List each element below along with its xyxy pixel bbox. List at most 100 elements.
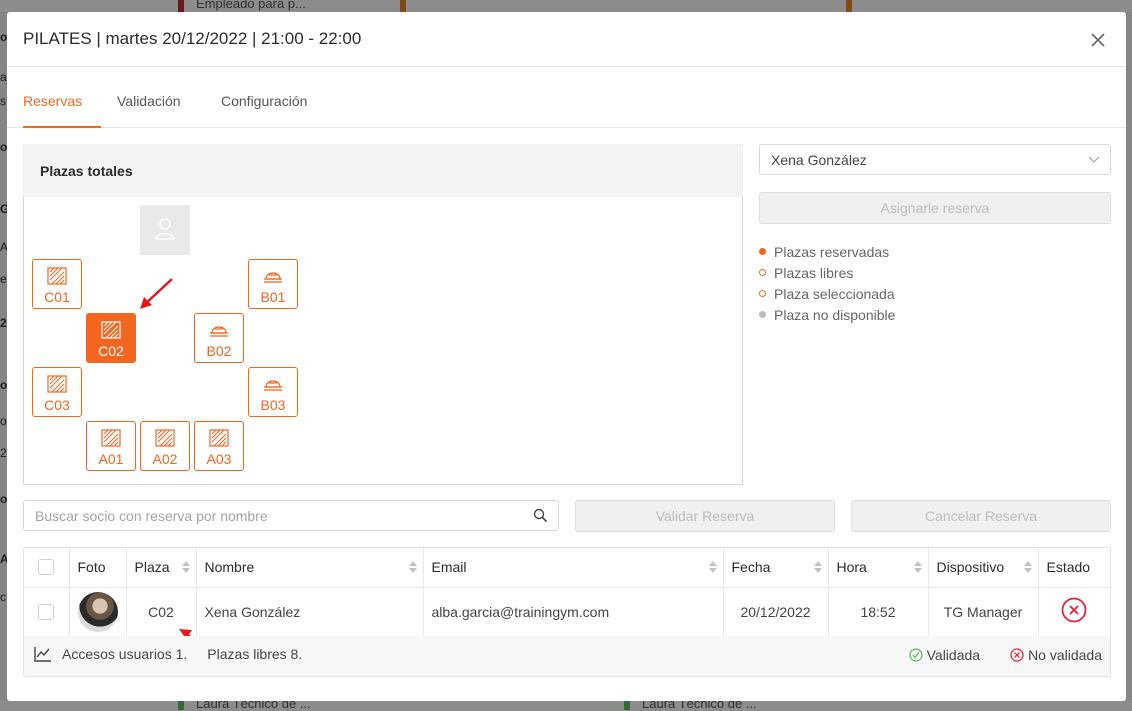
column-header-foto: Foto xyxy=(69,548,127,588)
tab-configuracion[interactable]: Configuración xyxy=(221,68,307,128)
x-circle-icon xyxy=(1010,648,1024,662)
photo-cell xyxy=(69,587,127,637)
seat-label: B02 xyxy=(206,343,232,359)
legend-label: Plaza seleccionada xyxy=(774,285,895,302)
legend-label: Plaza no disponible xyxy=(774,306,896,323)
assign-booking-button[interactable]: Asignarle reserva xyxy=(759,192,1111,224)
seat-label: C01 xyxy=(44,289,70,305)
status-cell xyxy=(1038,587,1110,637)
time-cell: 18:52 xyxy=(828,587,929,637)
seat-map: C01 C02 C03 B01 B02 B03 A01 A02 A03 xyxy=(23,197,743,485)
seat-b03[interactable]: B03 xyxy=(248,367,298,417)
select-all-cell xyxy=(24,548,70,588)
legend-label: Plazas reservadas xyxy=(774,243,890,260)
status-legend: Validada No validada xyxy=(909,647,1102,663)
check-circle-icon xyxy=(909,648,923,662)
seat-label: A03 xyxy=(206,451,232,467)
reformer-icon xyxy=(210,326,228,337)
validate-booking-button[interactable]: Validar Reserva xyxy=(575,500,835,532)
legend-not-validated-label: No validada xyxy=(1028,647,1102,663)
bookings-table: Foto Plaza Nombre Email Fecha Hora Dispo… xyxy=(23,547,1111,677)
sort-icon[interactable] xyxy=(408,561,417,573)
cancel-booking-button[interactable]: Cancelar Reserva xyxy=(851,500,1111,532)
seat-c03[interactable]: C03 xyxy=(32,367,82,417)
column-header-estado: Estado xyxy=(1038,548,1110,588)
sort-icon[interactable] xyxy=(1023,561,1032,573)
legend-item: Plaza no disponible xyxy=(759,304,895,325)
legend-item: Plaza seleccionada xyxy=(759,283,895,304)
not-validated-status-icon[interactable] xyxy=(1061,597,1087,623)
legend-label: Plazas libres xyxy=(774,264,854,281)
mat-icon xyxy=(209,429,229,447)
row-select-cell xyxy=(24,587,70,637)
tab-validacion[interactable]: Validación xyxy=(117,68,181,128)
reformer-icon xyxy=(264,272,282,283)
column-header-dispositivo[interactable]: Dispositivo xyxy=(928,548,1039,588)
sort-icon[interactable] xyxy=(708,561,717,573)
sort-icon[interactable] xyxy=(813,561,822,573)
search-input[interactable] xyxy=(24,501,524,530)
legend-dot xyxy=(759,290,766,297)
column-header-fecha[interactable]: Fecha xyxy=(723,548,829,588)
column-header-label: Estado xyxy=(1046,559,1091,576)
mat-icon xyxy=(101,321,121,339)
column-header-label: Nombre xyxy=(204,559,255,576)
plaza-cell: C02 xyxy=(126,587,197,637)
seat-c01[interactable]: C01 xyxy=(32,259,82,309)
free-seats-count: Plazas libres 8. xyxy=(207,646,303,662)
email-cell: alba.garcia@trainingym.com xyxy=(423,587,724,637)
seat-b02[interactable]: B02 xyxy=(194,313,244,363)
seat-a03[interactable]: A03 xyxy=(194,421,244,471)
seat-a02[interactable]: A02 xyxy=(140,421,190,471)
column-header-email[interactable]: Email xyxy=(423,548,724,588)
column-header-label: Foto xyxy=(77,559,106,576)
table-row[interactable]: C02 Xena González alba.garcia@trainingym… xyxy=(24,587,1110,637)
legend-dot xyxy=(759,311,766,318)
modal-title: PILATES | martes 20/12/2022 | 21:00 - 22… xyxy=(23,29,362,48)
member-search xyxy=(23,500,559,531)
close-button[interactable] xyxy=(1086,28,1110,52)
member-select[interactable]: Xena González xyxy=(759,144,1111,175)
mat-icon xyxy=(47,375,67,393)
seat-c02[interactable]: C02 xyxy=(86,313,136,363)
column-header-hora[interactable]: Hora xyxy=(828,548,929,588)
legend-dot xyxy=(759,269,766,276)
table-header-row: Foto Plaza Nombre Email Fecha Hora Dispo… xyxy=(24,548,1110,588)
row-checkbox[interactable] xyxy=(38,603,55,620)
member-select-value: Xena González xyxy=(771,152,867,168)
seats-panel: Plazas totales C01 C02 C03 B01 B02 B03 A… xyxy=(23,144,743,485)
device-cell: TG Manager xyxy=(928,587,1039,637)
tab-bar: Reservas Validación Configuración xyxy=(7,68,1126,128)
select-all-checkbox[interactable] xyxy=(38,559,55,576)
annotation-arrow-icon xyxy=(140,278,173,309)
legend-validated: Validada xyxy=(909,647,980,663)
avatar xyxy=(77,591,118,632)
column-header-label: Hora xyxy=(836,559,867,576)
seat-label: C03 xyxy=(44,397,70,413)
chevron-down-icon xyxy=(1088,156,1100,163)
footer-stats: Accesos usuarios 1. Plazas libres 8. xyxy=(34,646,302,662)
mat-icon xyxy=(101,429,121,447)
seat-b01[interactable]: B01 xyxy=(248,259,298,309)
legend-not-validated: No validada xyxy=(1010,647,1102,663)
column-header-label: Fecha xyxy=(731,559,771,576)
column-header-plaza[interactable]: Plaza xyxy=(126,548,197,588)
column-header-label: Plaza xyxy=(134,559,170,576)
seat-label: A02 xyxy=(152,451,178,467)
seat-legend: Plazas reservadas Plazas libres Plaza se… xyxy=(759,241,895,325)
date-cell: 20/12/2022 xyxy=(723,587,829,637)
seat-label: C02 xyxy=(98,343,124,359)
column-header-nombre[interactable]: Nombre xyxy=(196,548,424,588)
seats-panel-title: Plazas totales xyxy=(23,144,743,197)
mat-icon xyxy=(155,429,175,447)
name-cell: Xena González xyxy=(196,587,424,637)
table-footer: Accesos usuarios 1. Plazas libres 8. Val… xyxy=(24,636,1110,676)
search-icon[interactable] xyxy=(533,508,548,523)
seat-a01[interactable]: A01 xyxy=(86,421,136,471)
tab-reservas[interactable]: Reservas xyxy=(23,68,101,128)
booking-modal: PILATES | martes 20/12/2022 | 21:00 - 22… xyxy=(7,12,1126,701)
seat-label: B03 xyxy=(260,397,286,413)
legend-validated-label: Validada xyxy=(926,647,981,663)
sort-icon[interactable] xyxy=(181,561,190,573)
sort-icon[interactable] xyxy=(913,561,922,573)
